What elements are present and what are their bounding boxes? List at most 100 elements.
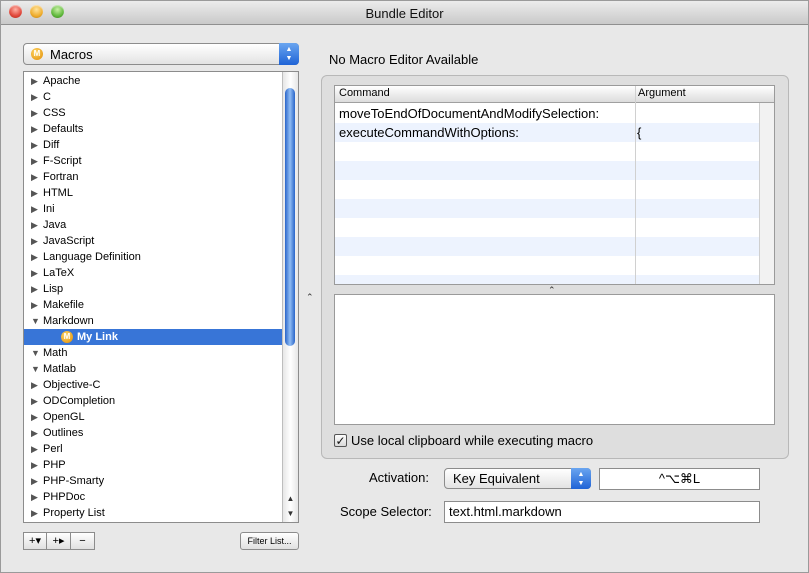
disclosure-closed-icon[interactable]: ▶ <box>31 169 38 185</box>
disclosure-open-icon[interactable]: ▼ <box>31 313 40 329</box>
tree-item[interactable]: ▶ Outlines <box>24 425 283 441</box>
tree-item[interactable]: ▶ Objective-C <box>24 377 283 393</box>
remove-item-button[interactable]: − <box>71 532 95 550</box>
tree-item-label: Fortran <box>43 171 79 183</box>
popup-arrows-icon: ▲ ▼ <box>571 468 591 489</box>
tree-item[interactable]: ▶ OpenGL <box>24 409 283 425</box>
empty-table-row <box>335 275 760 284</box>
filter-list-button[interactable]: Filter List... <box>240 532 299 550</box>
table-scrollbar[interactable] <box>759 103 774 284</box>
table-row[interactable]: executeCommandWithOptions: { <box>335 123 760 142</box>
disclosure-closed-icon[interactable]: ▶ <box>31 377 38 393</box>
disclosure-closed-icon[interactable]: ▶ <box>31 233 38 249</box>
disclosure-closed-icon[interactable]: ▶ <box>31 425 38 441</box>
tree-item[interactable]: ▶ Defaults <box>24 121 283 137</box>
macro-badge-icon: M <box>31 48 43 60</box>
empty-table-row <box>335 237 760 256</box>
disclosure-closed-icon[interactable]: ▶ <box>31 89 38 105</box>
command-cell: moveToEndOfDocumentAndModifySelection: <box>339 106 600 121</box>
tree-item[interactable]: ▶ LaTeX <box>24 265 283 281</box>
macro-commands-table[interactable]: Command Argument moveToEndOfDocumentAndM… <box>334 85 775 285</box>
scroll-down-arrow-icon[interactable]: ▼ <box>283 507 298 521</box>
empty-table-row <box>335 199 760 218</box>
disclosure-closed-icon[interactable]: ▶ <box>31 121 38 137</box>
tree-item-label: Java <box>43 219 67 231</box>
tree-item[interactable]: ▶ JavaScript <box>24 233 283 249</box>
disclosure-closed-icon[interactable]: ▶ <box>31 201 38 217</box>
tree-item[interactable]: ▶ C <box>24 89 283 105</box>
disclosure-closed-icon[interactable]: ▶ <box>31 457 38 473</box>
tree-item[interactable]: ▶ ODCompletion <box>24 393 283 409</box>
add-item-button[interactable]: +▾ <box>23 532 47 550</box>
disclosure-closed-icon[interactable]: ▶ <box>31 105 38 121</box>
tree-item[interactable]: ▶ Language Definition <box>24 249 283 265</box>
disclosure-closed-icon[interactable]: ▶ <box>31 217 38 233</box>
tree-item[interactable]: ▶ Diff <box>24 137 283 153</box>
disclosure-closed-icon[interactable]: ▶ <box>31 265 38 281</box>
tree-item[interactable]: ▶ Property List <box>24 505 283 521</box>
disclosure-closed-icon[interactable]: ▶ <box>31 297 38 313</box>
scope-selector-input[interactable]: text.html.markdown <box>444 501 760 523</box>
add-child-button[interactable]: +▸ <box>47 532 71 550</box>
disclosure-closed-icon[interactable]: ▶ <box>31 153 38 169</box>
tree-item-label: Diff <box>43 139 60 151</box>
tree-item[interactable]: ▶ CSS <box>24 105 283 121</box>
disclosure-closed-icon[interactable]: ▶ <box>31 409 38 425</box>
local-clipboard-label[interactable]: Use local clipboard while executing macr… <box>351 433 593 448</box>
disclosure-closed-icon[interactable]: ▶ <box>31 441 38 457</box>
disclosure-closed-icon[interactable]: ▶ <box>31 73 38 89</box>
table-row[interactable]: moveToEndOfDocumentAndModifySelection: <box>335 104 760 123</box>
disclosure-closed-icon[interactable]: ▶ <box>31 473 38 489</box>
split-view-handle-icon[interactable]: ⌃ <box>306 292 314 303</box>
tree-item-label: F-Script <box>43 155 82 167</box>
disclosure-open-icon[interactable]: ▼ <box>31 361 40 377</box>
title-bar[interactable]: Bundle Editor <box>1 1 808 25</box>
tree-item[interactable]: ▶ F-Script <box>24 153 283 169</box>
tree-item[interactable]: ▶ PHP-Smarty <box>24 473 283 489</box>
tree-item[interactable]: ▶ Perl <box>24 441 283 457</box>
activation-label: Activation: <box>369 470 429 485</box>
tree-item[interactable]: ▶ Java <box>24 217 283 233</box>
tree-item-label: ODCompletion <box>43 395 116 407</box>
disclosure-closed-icon[interactable]: ▶ <box>31 137 38 153</box>
tree-item[interactable]: ▶ Lisp <box>24 281 283 297</box>
tree-scrollbar[interactable]: ▲ ▼ <box>282 72 298 522</box>
column-header-command[interactable]: Command <box>339 87 390 99</box>
tree-item-selected[interactable]: M My Link <box>24 329 283 345</box>
tree-item[interactable]: ▶ PHP <box>24 457 283 473</box>
local-clipboard-checkbox[interactable]: ✓ <box>334 434 347 447</box>
command-cell: executeCommandWithOptions: <box>339 125 519 140</box>
tree-scroll-thumb[interactable] <box>285 88 295 346</box>
tree-item[interactable]: ▶ PHPDoc <box>24 489 283 505</box>
tree-item[interactable]: ▶ Fortran <box>24 169 283 185</box>
tree-item-label: Markdown <box>43 315 94 327</box>
tree-item-label: Objective-C <box>43 379 101 391</box>
disclosure-closed-icon[interactable]: ▶ <box>31 249 38 265</box>
tree-item-label: PHP <box>43 459 66 471</box>
tree-item[interactable]: ▶ Ini <box>24 201 283 217</box>
argument-text-area[interactable] <box>334 294 775 425</box>
disclosure-closed-icon[interactable]: ▶ <box>31 505 38 521</box>
activation-select[interactable]: Key Equivalent ▲ ▼ <box>444 468 591 489</box>
tree-item-label: Outlines <box>43 427 84 439</box>
disclosure-closed-icon[interactable]: ▶ <box>31 281 38 297</box>
tree-item-label: CSS <box>43 107 66 119</box>
tree-item[interactable]: ▶ HTML <box>24 185 283 201</box>
tree-item[interactable]: ▼ Math <box>24 345 283 361</box>
scroll-up-arrow-icon[interactable]: ▲ <box>283 492 298 506</box>
disclosure-open-icon[interactable]: ▼ <box>31 345 40 361</box>
column-header-argument[interactable]: Argument <box>638 87 686 99</box>
tree-item[interactable]: ▶ Apache <box>24 73 283 89</box>
tree-item-label: Makefile <box>43 299 84 311</box>
disclosure-closed-icon[interactable]: ▶ <box>31 393 38 409</box>
macro-badge-icon: M <box>61 331 73 343</box>
tree-item[interactable]: ▶ Makefile <box>24 297 283 313</box>
bundle-tree[interactable]: ▶ Apache ▶ C ▶ CSS ▶ Defaults ▶ Diff ▶ F-Script ▶ For… <box>23 71 299 523</box>
disclosure-closed-icon[interactable]: ▶ <box>31 489 38 505</box>
tree-item[interactable]: ▼ Matlab <box>24 361 283 377</box>
key-equivalent-field[interactable]: ^⌥⌘L <box>599 468 760 490</box>
disclosure-closed-icon[interactable]: ▶ <box>31 185 38 201</box>
tree-item-label: Apache <box>43 75 81 87</box>
bundle-filter-popup[interactable]: M Macros ▲ ▼ <box>23 43 299 65</box>
tree-item[interactable]: ▼ Markdown <box>24 313 283 329</box>
